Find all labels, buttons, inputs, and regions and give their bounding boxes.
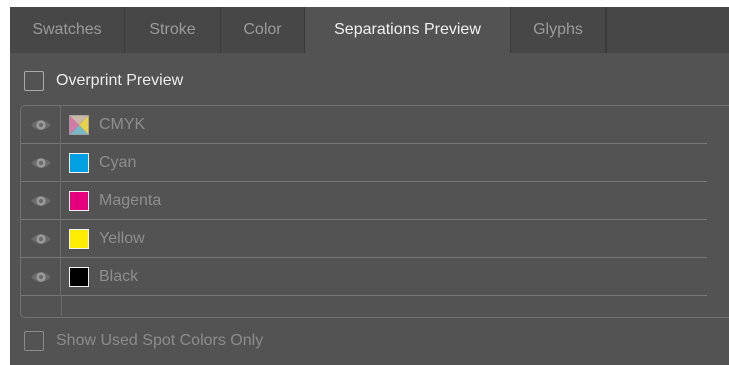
eye-icon <box>30 195 51 206</box>
eye-icon <box>30 119 51 130</box>
show-used-spot-colors-label: Show Used Spot Colors Only <box>56 332 264 349</box>
tab-separations-preview[interactable]: Separations Preview <box>305 7 511 53</box>
visibility-toggle-yellow[interactable] <box>21 219 61 258</box>
tab-glyphs[interactable]: Glyphs <box>511 7 606 53</box>
overprint-preview-checkbox[interactable] <box>24 71 44 91</box>
separation-name: CMYK <box>99 115 146 133</box>
separation-row-black[interactable]: Black <box>21 257 707 296</box>
panel-tab-bar: Swatches Stroke Color Separations Previe… <box>10 7 729 53</box>
yellow-swatch <box>69 228 89 249</box>
magenta-swatch <box>69 190 89 211</box>
separations-preview-panel: Swatches Stroke Color Separations Previe… <box>10 7 729 365</box>
show-used-spot-colors-toggle[interactable]: Show Used Spot Colors Only <box>24 331 263 351</box>
show-used-spot-colors-checkbox[interactable] <box>24 331 44 351</box>
separation-row-magenta[interactable]: Magenta <box>21 181 707 220</box>
eye-icon <box>30 271 51 282</box>
separation-name: Yellow <box>99 229 145 247</box>
separations-list: CMYK Cyan Magenta Yellow Black <box>20 105 729 318</box>
visibility-toggle-cyan[interactable] <box>21 143 61 182</box>
cmyk-composite-icon <box>69 114 89 135</box>
separation-row-cyan[interactable]: Cyan <box>21 143 707 182</box>
visibility-toggle-black[interactable] <box>21 257 61 296</box>
tab-swatches[interactable]: Swatches <box>10 7 125 53</box>
eye-icon <box>30 233 51 244</box>
separation-name: Magenta <box>99 191 162 209</box>
visibility-toggle-cmyk[interactable] <box>21 105 61 144</box>
separation-name: Black <box>99 267 139 285</box>
eye-icon <box>30 157 51 168</box>
separation-name: Cyan <box>99 153 137 171</box>
black-swatch <box>69 266 89 287</box>
overprint-preview-toggle[interactable]: Overprint Preview <box>24 71 183 91</box>
eye-column-divider <box>61 296 62 316</box>
tab-stroke[interactable]: Stroke <box>125 7 221 53</box>
visibility-toggle-magenta[interactable] <box>21 181 61 220</box>
tab-color[interactable]: Color <box>221 7 305 53</box>
overprint-preview-label: Overprint Preview <box>56 72 184 89</box>
separation-row-cmyk[interactable]: CMYK <box>21 105 707 144</box>
cyan-swatch <box>69 152 89 173</box>
tab-bar-empty-space <box>606 7 729 53</box>
separation-row-yellow[interactable]: Yellow <box>21 219 707 258</box>
